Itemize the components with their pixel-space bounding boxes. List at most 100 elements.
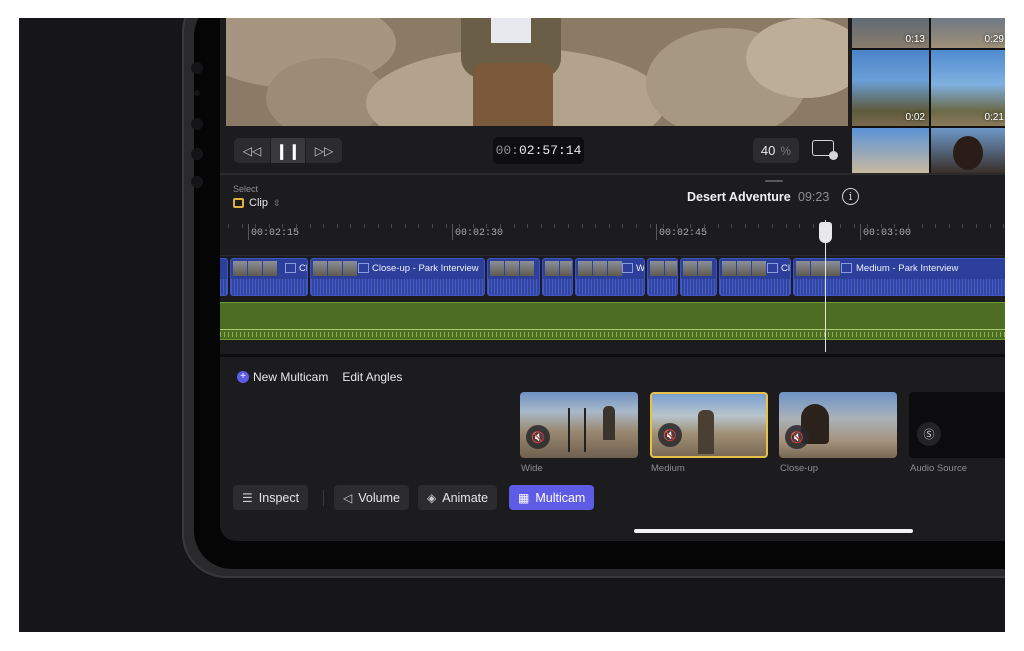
muted-speaker-icon[interactable]: 🔇 [526,425,550,449]
angle-medium[interactable]: 🔇 [650,392,768,458]
info-icon[interactable]: i [842,188,859,205]
rewind-button[interactable]: ◁◁ [234,138,270,163]
browser-thumbnail[interactable]: 0:13 [852,18,929,48]
thumbnail-duration: 0:29 [984,34,1004,45]
sliders-icon: ☰ [242,490,253,505]
speaker-icon: ◁ [343,490,353,505]
rewind-icon: ◁◁ [242,143,262,158]
angle-label: Wide [521,463,543,474]
selection-mode-value: Clip [249,197,268,209]
browser-thumbnail[interactable] [931,128,1005,173]
transport-bar: ◁◁ ❙❙ ▷▷ 00: 02:57:14 40 % [226,126,848,173]
timeline-clip[interactable]: Cl [719,258,791,296]
zoom-control[interactable]: 40 % [753,138,799,163]
ruler-minor-tick [908,224,909,228]
ruler-minor-tick [269,224,270,228]
ruler-minor-tick [636,224,637,228]
ruler-minor-tick [595,224,596,228]
ruler-minor-tick [731,224,732,228]
multicam-label: Multicam [535,490,586,505]
multicam-icon [767,263,778,273]
project-title: Desert Adventure [687,190,791,204]
ruler-minor-tick [690,224,691,228]
display-settings-icon[interactable] [812,140,838,160]
ruler-minor-tick [418,224,419,228]
audio-track[interactable] [220,302,1005,340]
browser-thumbnail[interactable]: 0:02 [852,50,929,126]
timecode-display[interactable]: 00: 02:57:14 [493,137,584,164]
ruler-minor-tick [840,224,841,228]
browser-thumbnail[interactable]: 0:29 [931,18,1005,48]
chevron-updown-icon: ⇳ [272,197,281,208]
clip-name: Clo [299,263,308,274]
ruler-label: 00:02:30 [455,228,504,239]
ruler-minor-tick [772,224,773,228]
ruler-minor-tick [922,224,923,228]
thumbnail-duration: 0:13 [905,34,925,45]
angle-wide[interactable]: 🔇 [520,392,638,458]
volume-line[interactable] [220,329,1005,330]
ruler-minor-tick [622,224,623,228]
ruler-minor-tick [799,224,800,228]
resize-handle[interactable] [765,180,783,182]
ruler-minor-tick [486,224,487,228]
clip-name: Close-up - Park Interview [372,263,479,274]
timeline-ruler[interactable]: 00:02:15 00:02:30 00:02:45 00:03:00 [220,220,1005,256]
toolbar-separator [323,490,324,506]
angle-label: Audio Source [910,463,968,474]
muted-speaker-icon[interactable]: 🔇 [785,425,809,449]
angle-label: Close-up [780,463,819,474]
ruler-minor-tick [677,224,678,228]
browser-thumbnail[interactable] [852,128,929,173]
new-multicam-label: New Multicam [253,370,329,384]
muted-speaker-icon[interactable]: 🔇 [658,423,682,447]
multicam-header: + New Multicam Edit Angles [237,370,402,384]
ruler-minor-tick [473,224,474,228]
angle-audio-source[interactable]: Ⓢ [909,392,1005,458]
multicam-button[interactable]: ▦ Multicam [509,485,595,510]
edit-angles-button[interactable]: Edit Angles [342,370,402,384]
pause-icon: ❙❙ [275,142,301,160]
playhead-handle[interactable] [819,222,832,243]
timeline-clip[interactable] [542,258,573,296]
inspect-button[interactable]: ☰ Inspect [233,485,309,510]
bezel-dot [191,62,203,74]
pause-button[interactable]: ❙❙ [271,138,305,163]
ruler-minor-tick [405,224,406,228]
ruler-minor-tick [935,224,936,228]
ruler-minor-tick [500,224,501,228]
thumbnail-duration: 0:21 [984,112,1004,123]
new-multicam-button[interactable]: + New Multicam [237,370,328,384]
ruler-minor-tick [432,224,433,228]
ruler-minor-tick [554,224,555,228]
ruler-minor-tick [228,224,229,228]
timeline-clip[interactable]: Close-up - Park Interview [310,258,485,296]
selection-mode-picker[interactable]: Clip ⇳ [233,197,281,209]
ruler-minor-tick [976,224,977,228]
ruler-minor-tick [323,224,324,228]
ruler-minor-tick [813,224,814,228]
angle-close-up[interactable]: 🔇 [779,392,897,458]
timeline-clip[interactable]: Clo [230,258,308,296]
timeline-clip[interactable] [680,258,717,296]
timeline-clip[interactable] [220,258,228,296]
ruler-minor-tick [310,224,311,228]
clip-icon [233,198,244,208]
timeline-clip[interactable] [647,258,678,296]
multicam-icon [841,263,852,273]
volume-button[interactable]: ◁ Volume [334,485,409,510]
browser-thumbnail[interactable]: 0:21 [931,50,1005,126]
fast-forward-button[interactable]: ▷▷ [306,138,342,163]
animate-label: Animate [442,490,489,505]
timeline-clip[interactable] [487,258,540,296]
timeline-clip[interactable]: W [575,258,645,296]
ruler-minor-tick [350,224,351,228]
video-viewer[interactable] [226,18,848,126]
ruler-minor-tick [282,224,283,228]
audio-waveform [220,332,1005,337]
home-indicator[interactable] [634,529,913,533]
animate-button[interactable]: ◈ Animate [418,485,498,510]
ruler-label: 00:03:00 [863,228,912,239]
ruler-minor-tick [881,224,882,228]
angle-label: Medium [651,463,685,474]
